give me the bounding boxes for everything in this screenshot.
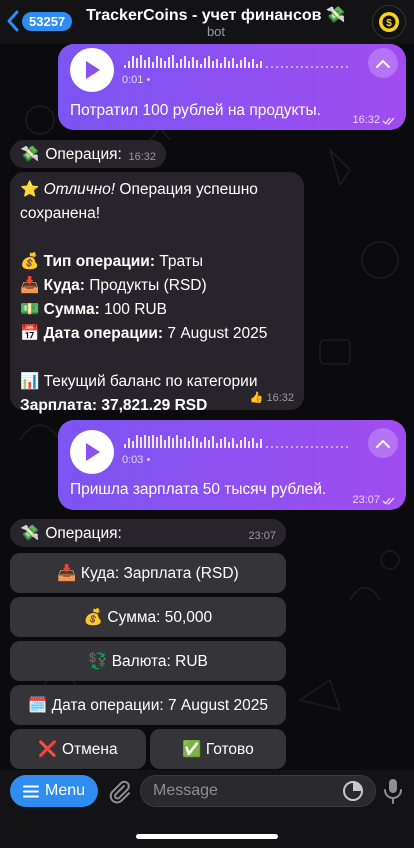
voice-waveform[interactable]: [124, 432, 354, 452]
money-wings-icon: 💸: [20, 146, 40, 163]
chat-title[interactable]: TrackerCoins - учет финансов 💸: [70, 5, 362, 25]
chat-header: 53257 TrackerCoins - учет финансов 💸 bot…: [0, 0, 414, 44]
message-time: 16:32: [128, 151, 156, 163]
message-time: 👍 16:32: [249, 392, 294, 404]
home-indicator: [136, 834, 278, 839]
message-time: 23:07: [248, 530, 276, 542]
collapse-chevron-icon: [376, 439, 390, 448]
sum-button[interactable]: 💰 Сумма: 50,000: [10, 597, 286, 637]
message-composer: Menu: [0, 770, 414, 848]
operation-date-row: 📅 Дата операции: 7 August 2025: [20, 325, 268, 342]
back-chevron-icon: [7, 10, 19, 32]
operation-label: 💸 Операция:: [20, 524, 122, 543]
operation-sum-row: 💵 Сумма: 100 RUB: [20, 301, 167, 318]
voice-message-outgoing: 0:03 • Пришла зарплата 50 тысяч рублей. …: [58, 420, 406, 510]
voice-duration: 0:01 •: [122, 74, 151, 86]
date-button[interactable]: 🗓️ Дата операции: 7 August 2025: [10, 685, 286, 725]
sticker-icon[interactable]: [342, 780, 364, 802]
message-time: 23:07: [352, 494, 396, 506]
double-check-icon: [382, 117, 395, 125]
message-time: 16:32: [352, 114, 396, 126]
play-button[interactable]: [70, 48, 114, 92]
voice-waveform[interactable]: [124, 52, 354, 72]
currency-button[interactable]: 💱 Валюта: RUB: [10, 641, 286, 681]
voice-duration: 0:03 •: [122, 454, 151, 466]
microphone-icon[interactable]: [382, 777, 404, 805]
collapse-transcript-button[interactable]: [368, 48, 398, 78]
back-button[interactable]: 53257: [6, 10, 73, 32]
saved-line-1: ⭐ Отлично! Операция успешно: [20, 181, 258, 198]
double-check-icon: [382, 497, 395, 505]
operation-label: 💸 Операция:: [20, 145, 122, 164]
coin-bot-avatar-icon: $: [379, 12, 399, 32]
operation-header-bubble: 💸 Операция: 23:07: [10, 519, 286, 547]
voice-transcript: Потратил 100 рублей на продукты.: [70, 102, 321, 119]
collapse-transcript-button[interactable]: [368, 428, 398, 458]
operation-destination-row: 📥 Куда: Продукты (RSD): [20, 277, 207, 294]
done-button[interactable]: ✅ Готово: [150, 729, 286, 769]
unread-count-badge: 53257: [22, 11, 73, 31]
paperclip-icon[interactable]: [106, 778, 134, 806]
bot-menu-button[interactable]: Menu: [10, 775, 98, 807]
svg-text:$: $: [386, 18, 392, 29]
voice-message-outgoing: 0:01 • Потратил 100 рублей на продукты. …: [58, 44, 406, 130]
play-icon: [86, 443, 100, 461]
bot-avatar[interactable]: $: [372, 5, 406, 39]
chat-subtitle: bot: [206, 24, 226, 39]
destination-button[interactable]: 📥 Куда: Зарплата (RSD): [10, 553, 286, 593]
saved-line-2: сохранена!: [20, 205, 101, 222]
cancel-button[interactable]: ❌ Отмена: [10, 729, 146, 769]
money-wings-icon: 💸: [20, 525, 40, 542]
message-input[interactable]: [140, 775, 376, 807]
menu-lines-icon: [22, 785, 39, 797]
play-button[interactable]: [70, 430, 114, 474]
play-icon: [86, 61, 100, 79]
operation-type-row: 💰 Тип операции: Траты: [20, 253, 204, 270]
voice-transcript: Пришла зарплата 50 тысяч рублей.: [70, 481, 327, 498]
operation-saved-bubble: ⭐ Отлично! Операция успешно сохранена! 💰…: [10, 172, 304, 414]
operation-header-bubble: 💸 Операция: 16:32: [10, 140, 166, 168]
collapse-chevron-icon: [376, 59, 390, 68]
